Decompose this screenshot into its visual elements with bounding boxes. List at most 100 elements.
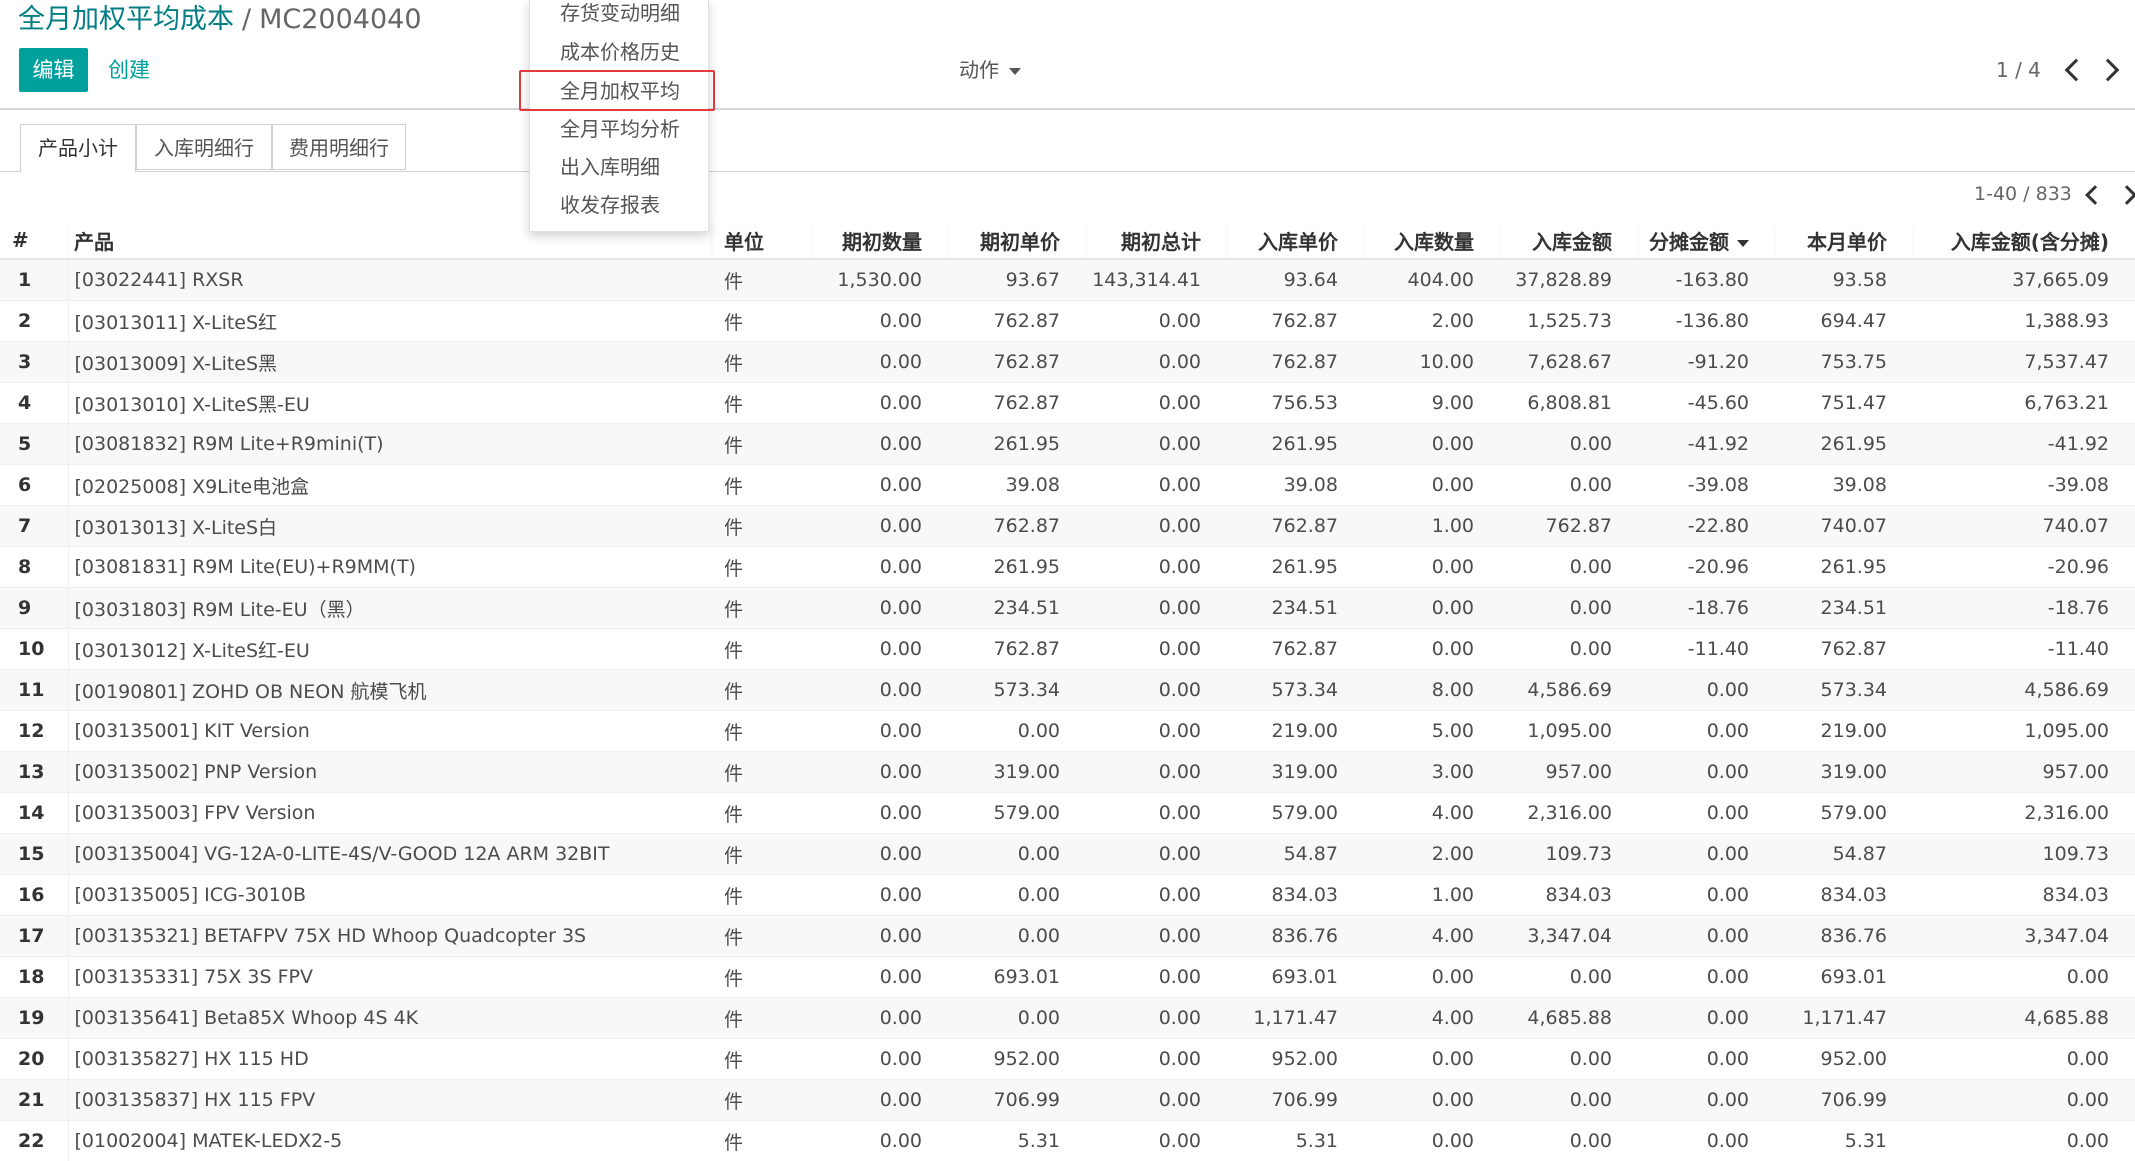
column-header-inbound-amount-incl-allocation[interactable]: 入库金额(含分摊) (1913, 222, 2135, 259)
opening-price-cell: 39.08 (948, 465, 1086, 506)
opening-qty-cell: 0.00 (812, 670, 948, 711)
inbound-price-cell: 5.31 (1227, 1121, 1364, 1161)
inbound-qty-cell: 10.00 (1364, 342, 1500, 383)
opening-price-cell: 0.00 (948, 711, 1086, 752)
row-index: 10 (0, 629, 68, 670)
create-button[interactable]: 创建 (108, 48, 150, 92)
opening-price-cell: 93.67 (948, 259, 1086, 301)
inbound-amount-cell: 834.03 (1500, 875, 1638, 916)
month-price-cell: 753.75 (1775, 342, 1913, 383)
sort-desc-icon (1737, 240, 1749, 247)
row-index: 1 (0, 259, 68, 301)
column-header-opening-qty[interactable]: 期初数量 (812, 222, 948, 259)
inbound-price-cell: 54.87 (1227, 834, 1364, 875)
inbound-amount-incl-allocation-cell: 0.00 (1913, 1121, 2135, 1161)
menu-item-stock-movement-detail[interactable]: 存货变动明细 (560, 0, 680, 30)
edit-button[interactable]: 编辑 (19, 48, 88, 92)
table-row[interactable]: 19[003135641] Beta85X Whoop 4S 4K件0.000.… (0, 998, 2135, 1039)
product-cell: [00190801] ZOHD OB NEON 航模飞机 (68, 670, 712, 711)
table-row[interactable]: 12[003135001] KIT Version件0.000.000.0021… (0, 711, 2135, 752)
table-row[interactable]: 4[03013010] X-LiteS黑-EU件0.00762.870.0075… (0, 383, 2135, 424)
table-row[interactable]: 21[003135837] HX 115 FPV件0.00706.990.007… (0, 1080, 2135, 1121)
table-row[interactable]: 9[03031803] R9M Lite-EU（黑）件0.00234.510.0… (0, 588, 2135, 629)
table-row[interactable]: 7[03013013] X-LiteS白件0.00762.870.00762.8… (0, 506, 2135, 547)
chevron-left-icon[interactable] (2085, 185, 2105, 205)
column-header-allocated-amount[interactable]: 分摊金额 (1638, 222, 1775, 259)
allocated-amount-cell: 0.00 (1638, 711, 1775, 752)
inbound-amount-cell: 0.00 (1500, 629, 1638, 670)
opening-price-cell: 0.00 (948, 834, 1086, 875)
table-row[interactable]: 22[01002004] MATEK-LEDX2-5件0.005.310.005… (0, 1121, 2135, 1161)
table-row[interactable]: 8[03081831] R9M Lite(EU)+R9MM(T)件0.00261… (0, 547, 2135, 588)
column-header-uom[interactable]: 单位 (712, 222, 812, 259)
list-pager-value[interactable]: 1-40 / 833 (1974, 180, 2072, 208)
tab-product-subtotal[interactable]: 产品小计 (20, 124, 136, 173)
table-row[interactable]: 14[003135003] FPV Version件0.00579.000.00… (0, 793, 2135, 834)
opening-total-cell: 0.00 (1086, 424, 1227, 465)
chevron-left-icon[interactable] (2065, 59, 2088, 82)
opening-qty-cell: 0.00 (812, 301, 948, 342)
column-header-inbound-qty[interactable]: 入库数量 (1364, 222, 1500, 259)
table-row[interactable]: 13[003135002] PNP Version件0.00319.000.00… (0, 752, 2135, 793)
opening-qty-cell: 0.00 (812, 1121, 948, 1161)
menu-item-in-out-detail[interactable]: 出入库明细 (560, 150, 660, 184)
row-index: 15 (0, 834, 68, 875)
inbound-qty-cell: 4.00 (1364, 916, 1500, 957)
opening-qty-cell: 1,530.00 (812, 259, 948, 301)
chevron-right-icon[interactable] (2117, 185, 2135, 205)
row-index: 5 (0, 424, 68, 465)
uom-cell: 件 (712, 875, 812, 916)
allocated-amount-cell: 0.00 (1638, 1121, 1775, 1161)
table-row[interactable]: 17[003135321] BETAFPV 75X HD Whoop Quadc… (0, 916, 2135, 957)
table-row[interactable]: 15[003135004] VG-12A-0-LITE-4S/V-GOOD 12… (0, 834, 2135, 875)
menu-item-cost-price-history[interactable]: 成本价格历史 (560, 35, 680, 69)
column-header-inbound-price[interactable]: 入库单价 (1227, 222, 1364, 259)
column-header-month-price[interactable]: 本月单价 (1775, 222, 1913, 259)
row-index: 8 (0, 547, 68, 588)
allocated-amount-cell: -39.08 (1638, 465, 1775, 506)
product-cell: [003135827] HX 115 HD (68, 1039, 712, 1080)
column-header-opening-price[interactable]: 期初单价 (948, 222, 1086, 259)
inbound-qty-cell: 0.00 (1364, 1121, 1500, 1161)
table-row[interactable]: 20[003135827] HX 115 HD件0.00952.000.0095… (0, 1039, 2135, 1080)
breadcrumb-parent-link[interactable]: 全月加权平均成本 (18, 4, 234, 35)
table-row[interactable]: 2[03013011] X-LiteS红件0.00762.870.00762.8… (0, 301, 2135, 342)
tab-expense-lines[interactable]: 费用明细行 (272, 124, 406, 170)
product-cell: [03081831] R9M Lite(EU)+R9MM(T) (68, 547, 712, 588)
inbound-qty-cell: 9.00 (1364, 383, 1500, 424)
action-menu-button[interactable]: 动作 (959, 48, 1021, 92)
opening-qty-cell: 0.00 (812, 424, 948, 465)
column-header-opening-total[interactable]: 期初总计 (1086, 222, 1227, 259)
uom-cell: 件 (712, 1039, 812, 1080)
opening-qty-cell: 0.00 (812, 342, 948, 383)
table-row[interactable]: 18[003135331] 75X 3S FPV件0.00693.010.006… (0, 957, 2135, 998)
product-cell: [003135002] PNP Version (68, 752, 712, 793)
month-price-cell: 693.01 (1775, 957, 1913, 998)
inbound-amount-cell: 6,808.81 (1500, 383, 1638, 424)
inbound-amount-cell: 2,316.00 (1500, 793, 1638, 834)
menu-item-monthly-average-analysis[interactable]: 全月平均分析 (560, 112, 680, 146)
table-row[interactable]: 1[03022441] RXSR件1,530.0093.67143,314.41… (0, 259, 2135, 301)
menu-item-inventory-report[interactable]: 收发存报表 (560, 188, 660, 222)
column-header-inbound-amount[interactable]: 入库金额 (1500, 222, 1638, 259)
table-row[interactable]: 6[02025008] X9Lite电池盒件0.0039.080.0039.08… (0, 465, 2135, 506)
chevron-right-icon[interactable] (2097, 59, 2120, 82)
tab-inbound-lines[interactable]: 入库明细行 (136, 124, 272, 170)
uom-cell: 件 (712, 957, 812, 998)
table-row[interactable]: 11[00190801] ZOHD OB NEON 航模飞机件0.00573.3… (0, 670, 2135, 711)
product-cell: [003135003] FPV Version (68, 793, 712, 834)
table-row[interactable]: 16[003135005] ICG-3010B件0.000.000.00834.… (0, 875, 2135, 916)
table-row[interactable]: 3[03013009] X-LiteS黑件0.00762.870.00762.8… (0, 342, 2135, 383)
action-dropdown-menu: 存货变动明细 成本价格历史 全月加权平均 全月平均分析 出入库明细 收发存报表 (529, 0, 709, 232)
inbound-qty-cell: 404.00 (1364, 259, 1500, 301)
inbound-amount-cell: 1,525.73 (1500, 301, 1638, 342)
product-cell: [003135641] Beta85X Whoop 4S 4K (68, 998, 712, 1039)
opening-price-cell: 706.99 (948, 1080, 1086, 1121)
opening-price-cell: 0.00 (948, 998, 1086, 1039)
table-row[interactable]: 10[03013012] X-LiteS红-EU件0.00762.870.007… (0, 629, 2135, 670)
opening-qty-cell: 0.00 (812, 1039, 948, 1080)
inbound-amount-incl-allocation-cell: -39.08 (1913, 465, 2135, 506)
table-row[interactable]: 5[03081832] R9M Lite+R9mini(T)件0.00261.9… (0, 424, 2135, 465)
record-pager-value[interactable]: 1 / 4 (1996, 48, 2041, 92)
opening-qty-cell: 0.00 (812, 588, 948, 629)
